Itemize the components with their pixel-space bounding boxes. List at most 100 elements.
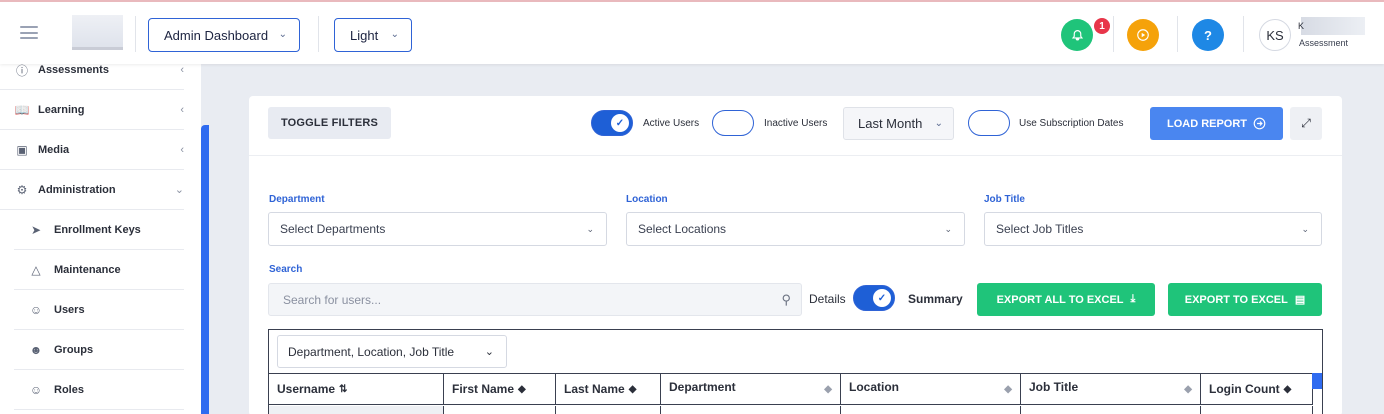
chevron-down-icon: ⌄ [586,224,594,234]
period-select[interactable]: Last Month ⌄ [843,107,954,140]
inactive-users-toggle[interactable] [712,110,754,136]
job-title-select[interactable]: Select Job Titles ⌄ [984,212,1322,246]
bell-icon[interactable] [1061,19,1093,51]
inactive-users-label: Inactive Users [764,118,828,129]
sidebar-item-groups[interactable]: ☻ Groups [14,330,184,370]
divider [1177,16,1178,52]
toggle-knob [716,114,734,132]
warning-icon: △ [31,262,41,277]
divider [1243,16,1244,52]
summary-label: Summary [908,292,963,306]
location-label: Location [626,194,668,205]
table-scrollbar[interactable] [1312,373,1322,389]
load-report-button[interactable]: LOAD REPORT [1150,107,1283,140]
sort-icon: ◆ [518,383,526,395]
grouping-select[interactable]: Department, Location, Job Title ⌄ [277,335,507,368]
sidebar-item-enrollment-keys[interactable]: ➤ Enrollment Keys [14,210,184,250]
column-header-first-name[interactable]: First Name ◆ [444,374,556,404]
sidebar-item-label: Groups [54,343,94,356]
theme-select-label: Light [350,27,379,43]
notification-badge: 1 [1094,18,1110,34]
check-icon: ✓ [873,289,891,307]
sidebar-item-label: Maintenance [54,263,121,276]
sidebar-item-label: Enrollment Keys [54,223,141,236]
user-plus-icon: ☻ [29,342,43,357]
menu-icon[interactable] [20,26,38,39]
sidebar-item-learning[interactable]: 📖 Learning ‹ [0,90,184,130]
load-report-label: LOAD REPORT [1166,117,1248,130]
column-label: Last Name [564,382,625,396]
chevron-left-icon: ‹ [180,64,184,76]
column-header-job-title[interactable]: Job Title ◆ [1021,374,1201,404]
arrow-right-circle-icon [1253,117,1266,130]
sidebar-item-roles[interactable]: ☺ Roles [14,370,184,410]
users-table: Department, Location, Job Title ⌄ Userna… [268,329,1323,414]
column-header-username[interactable]: Username ⇅ [269,374,444,404]
search-icon: ⚲ [781,292,791,307]
column-label: Location [849,380,899,394]
export-button[interactable]: EXPORT TO EXCEL ▤ [1168,283,1322,316]
sidebar-item-administration[interactable]: ⚙ Administration ⌄ [0,170,184,210]
details-label: Details [809,292,846,306]
toggle-knob [972,114,990,132]
search-input[interactable]: Search for users... ⚲ [268,283,802,316]
play-circle-icon[interactable] [1127,19,1159,51]
sidebar-item-media[interactable]: ▣ Media ‹ [0,130,184,170]
column-header-location[interactable]: Location ◆ [841,374,1021,404]
user-name: K [1298,21,1305,31]
chevron-down-icon: ⌄ [390,29,399,40]
chevron-left-icon: ‹ [180,103,184,116]
check-icon: ✓ [611,114,629,132]
job-title-placeholder: Select Job Titles [996,222,1084,236]
department-select[interactable]: Select Departments ⌄ [268,212,607,246]
sidebar-scrollbar[interactable] [201,125,209,414]
column-header-login-count[interactable]: Login Count ◆ [1201,374,1313,404]
chevron-down-icon: ⌄ [944,224,952,234]
column-label: Login Count [1209,382,1280,396]
location-placeholder: Select Locations [638,222,727,236]
top-bar: Admin Dashboard ⌄ Light ⌄ 1 ? KS K Asses… [0,0,1384,64]
column-header-last-name[interactable]: Last Name ◆ [556,374,661,404]
sidebar: ⓘ Assessments ‹ 📖 Learning ‹ ▣ Media ‹ ⚙… [0,64,201,414]
column-header-department[interactable]: Department ◆ [661,374,841,404]
subscription-dates-toggle[interactable] [968,110,1010,136]
details-summary-toggle[interactable]: ✓ [853,285,895,311]
sort-icon: ◆ [1184,384,1192,395]
search-label: Search [269,264,303,275]
chevron-down-icon: ⌄ [934,118,943,129]
search-placeholder: Search for users... [283,292,382,307]
dashboard-select[interactable]: Admin Dashboard ⌄ [148,18,300,52]
expand-icon[interactable]: ⤢ [1290,107,1322,140]
job-title-label: Job Title [984,194,1025,205]
sidebar-item-maintenance[interactable]: △ Maintenance [14,250,184,290]
sidebar-item-label: Learning [38,103,85,116]
divider [1113,16,1114,52]
download-icon: ⤓ [1130,293,1136,305]
department-label: Department [269,194,325,205]
sort-icon: ◆ [628,383,637,395]
active-users-toggle[interactable]: ✓ [591,110,633,136]
export-all-label: EXPORT ALL TO EXCEL [996,293,1124,306]
department-placeholder: Select Departments [280,222,386,236]
table-header: Username ⇅ First Name ◆ Last Name ◆ Depa… [269,373,1313,405]
theme-select[interactable]: Light ⌄ [334,18,412,52]
logo[interactable] [72,15,123,50]
sidebar-item-users[interactable]: ☺ Users [14,290,184,330]
export-label: EXPORT TO EXCEL [1184,293,1288,306]
user-name-redacted [1301,17,1365,35]
sidebar-item-label: Assessments [38,64,109,76]
send-icon: ➤ [30,222,42,237]
chevron-down-icon: ⌄ [484,346,494,358]
chevron-down-icon: ⌄ [174,184,184,196]
toggle-filters-button[interactable]: TOGGLE FILTERS [268,107,391,139]
divider [135,16,136,52]
export-all-button[interactable]: EXPORT ALL TO EXCEL ⤓ [977,283,1155,316]
help-icon[interactable]: ? [1192,19,1224,51]
gear-icon: ⚙ [16,182,28,197]
location-select[interactable]: Select Locations ⌄ [626,212,965,246]
sidebar-item-label: Roles [54,383,84,396]
column-label: Department [669,380,736,394]
image-icon: ▣ [16,142,28,157]
avatar[interactable]: KS [1259,19,1291,51]
report-card: TOGGLE FILTERS ✓ Active Users Inactive U… [249,96,1342,414]
